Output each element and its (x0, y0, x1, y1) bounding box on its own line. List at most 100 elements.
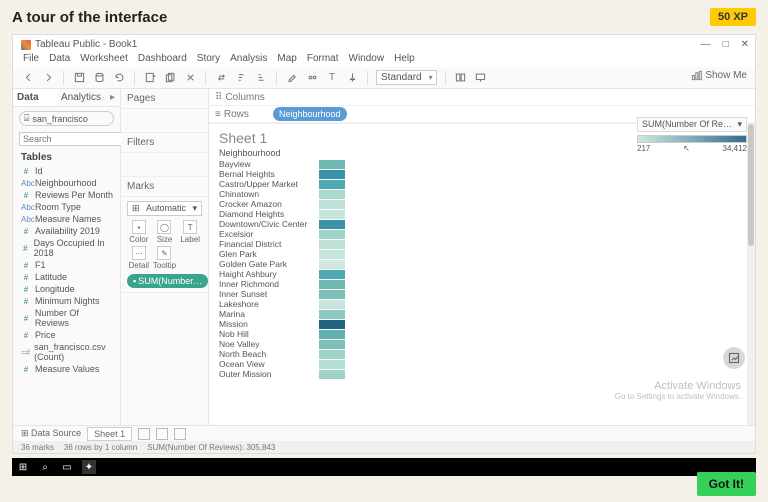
marks-color-button[interactable]: ▪Color (127, 220, 151, 244)
viz-row[interactable]: Financial District (219, 239, 737, 249)
viz-row[interactable]: Diamond Heights (219, 209, 737, 219)
new-worksheet-icon[interactable] (143, 71, 157, 85)
viz-row[interactable]: Inner Richmond (219, 279, 737, 289)
pane-menu-icon[interactable]: ▸ (105, 89, 120, 106)
save-icon[interactable] (72, 71, 86, 85)
start-icon[interactable]: ⊞ (16, 460, 30, 474)
field-item[interactable]: #Price (19, 329, 116, 341)
show-me-button[interactable]: Show Me (691, 70, 747, 81)
viz-row[interactable]: Nob Hill (219, 329, 737, 339)
close-icon[interactable]: ✕ (741, 39, 749, 50)
presentation-icon[interactable] (474, 71, 488, 85)
viz-row[interactable]: Chinatown (219, 189, 737, 199)
forward-icon[interactable] (41, 71, 55, 85)
refresh-icon[interactable] (112, 71, 126, 85)
data-guide-icon[interactable] (723, 347, 745, 369)
pages-shelf[interactable]: Pages (121, 89, 208, 109)
marks-size-button[interactable]: ◯Size (153, 220, 177, 244)
viz-row[interactable]: North Beach (219, 349, 737, 359)
new-worksheet-tab-icon[interactable] (138, 428, 150, 440)
new-dashboard-tab-icon[interactable] (156, 428, 168, 440)
number-icon: # (21, 191, 31, 200)
filters-shelf[interactable]: Filters (121, 133, 208, 153)
field-item[interactable]: #Minimum Nights (19, 295, 116, 307)
field-item[interactable]: #Latitude (19, 271, 116, 283)
viz-row[interactable]: Golden Gate Park (219, 259, 737, 269)
menu-dashboard[interactable]: Dashboard (138, 53, 187, 64)
sort-asc-icon[interactable] (234, 71, 248, 85)
viz-row[interactable]: Lakeshore (219, 299, 737, 309)
field-item[interactable]: #Id (19, 165, 116, 177)
new-data-icon[interactable] (92, 71, 106, 85)
labels-icon[interactable]: T (325, 71, 339, 85)
field-item[interactable]: #Longitude (19, 283, 116, 295)
tab-data[interactable]: Data (13, 89, 57, 106)
search-task-icon[interactable]: ⌕ (38, 460, 52, 474)
field-item[interactable]: #Days Occupied In 2018 (19, 237, 116, 259)
menu-worksheet[interactable]: Worksheet (80, 53, 128, 64)
sort-desc-icon[interactable] (254, 71, 268, 85)
rows-shelf[interactable]: ≡Rows (209, 107, 269, 122)
color-legend[interactable]: SUM(Number Of Re… ▾ 217 ↖ 34,412 (637, 117, 747, 153)
back-icon[interactable] (21, 71, 35, 85)
field-item[interactable]: #Reviews Per Month (19, 189, 116, 201)
menu-format[interactable]: Format (307, 53, 339, 64)
menu-data[interactable]: Data (49, 53, 70, 64)
data-source-tab[interactable]: ⊞ Data Source (21, 428, 81, 439)
menu-story[interactable]: Story (197, 53, 220, 64)
field-item[interactable]: #Availability 2019 (19, 225, 116, 237)
menu-map[interactable]: Map (277, 53, 296, 64)
viz-row[interactable]: Glen Park (219, 249, 737, 259)
clear-icon[interactable] (183, 71, 197, 85)
maximize-icon[interactable]: □ (723, 39, 729, 50)
viz-row[interactable]: Excelsior (219, 229, 737, 239)
tableau-task-icon[interactable]: ✦ (82, 460, 96, 474)
viz-row[interactable]: Mission (219, 319, 737, 329)
marks-type-select[interactable]: ⊞Automatic▾ (127, 201, 202, 216)
swap-icon[interactable] (214, 71, 228, 85)
viz-row[interactable]: Outer Mission (219, 369, 737, 379)
task-view-icon[interactable]: ▭ (60, 460, 74, 474)
viz-scrollbar[interactable] (747, 124, 755, 429)
field-item[interactable]: #Number Of Reviews (19, 307, 116, 329)
tab-analytics[interactable]: Analytics (57, 89, 105, 106)
marks-color-pill[interactable]: ▪ SUM(Number… (127, 274, 208, 288)
minimize-icon[interactable]: — (701, 39, 711, 50)
viz-row[interactable]: Bernal Heights (219, 169, 737, 179)
fit-select[interactable]: Standard (376, 70, 437, 85)
legend-menu-icon[interactable]: ▾ (737, 119, 742, 130)
field-item[interactable]: AbcRoom Type (19, 201, 116, 213)
menu-help[interactable]: Help (394, 53, 415, 64)
rows-pill-neighbourhood[interactable]: Neighbourhood (273, 107, 347, 121)
group-icon[interactable] (305, 71, 319, 85)
pin-icon[interactable] (345, 71, 359, 85)
duplicate-icon[interactable] (163, 71, 177, 85)
viz-row[interactable]: Crocker Amazon (219, 199, 737, 209)
field-item[interactable]: AbcMeasure Names (19, 213, 116, 225)
field-item[interactable]: AbcNeighbourhood (19, 177, 116, 189)
viz-row[interactable]: Bayview (219, 159, 737, 169)
menu-window[interactable]: Window (349, 53, 385, 64)
marks-detail-button[interactable]: ⋯Detail (127, 246, 151, 270)
marks-tooltip-button[interactable]: ✎Tooltip (153, 246, 177, 270)
viz-row[interactable]: Marina (219, 309, 737, 319)
datasource-pill[interactable]: ⌸ san_francisco (19, 111, 114, 126)
field-item[interactable]: #Measure Values (19, 363, 116, 375)
highlight-icon[interactable] (285, 71, 299, 85)
columns-shelf[interactable]: ⠿Columns (209, 90, 269, 105)
marks-label-button[interactable]: TLabel (178, 220, 202, 244)
got-it-button[interactable]: Got It! (697, 472, 756, 496)
viz-row[interactable]: Noe Valley (219, 339, 737, 349)
viz-row[interactable]: Ocean View (219, 359, 737, 369)
new-story-tab-icon[interactable] (174, 428, 186, 440)
cards-icon[interactable] (454, 71, 468, 85)
viz-row[interactable]: Downtown/Civic Center (219, 219, 737, 229)
sheet1-tab[interactable]: Sheet 1 (87, 427, 132, 441)
viz-row[interactable]: Haight Ashbury (219, 269, 737, 279)
menu-file[interactable]: File (23, 53, 39, 64)
menu-analysis[interactable]: Analysis (230, 53, 267, 64)
viz-row[interactable]: Castro/Upper Market (219, 179, 737, 189)
field-item[interactable]: #F1 (19, 259, 116, 271)
viz-row[interactable]: Inner Sunset (219, 289, 737, 299)
field-item[interactable]: =#san_francisco.csv (Count) (19, 341, 116, 363)
